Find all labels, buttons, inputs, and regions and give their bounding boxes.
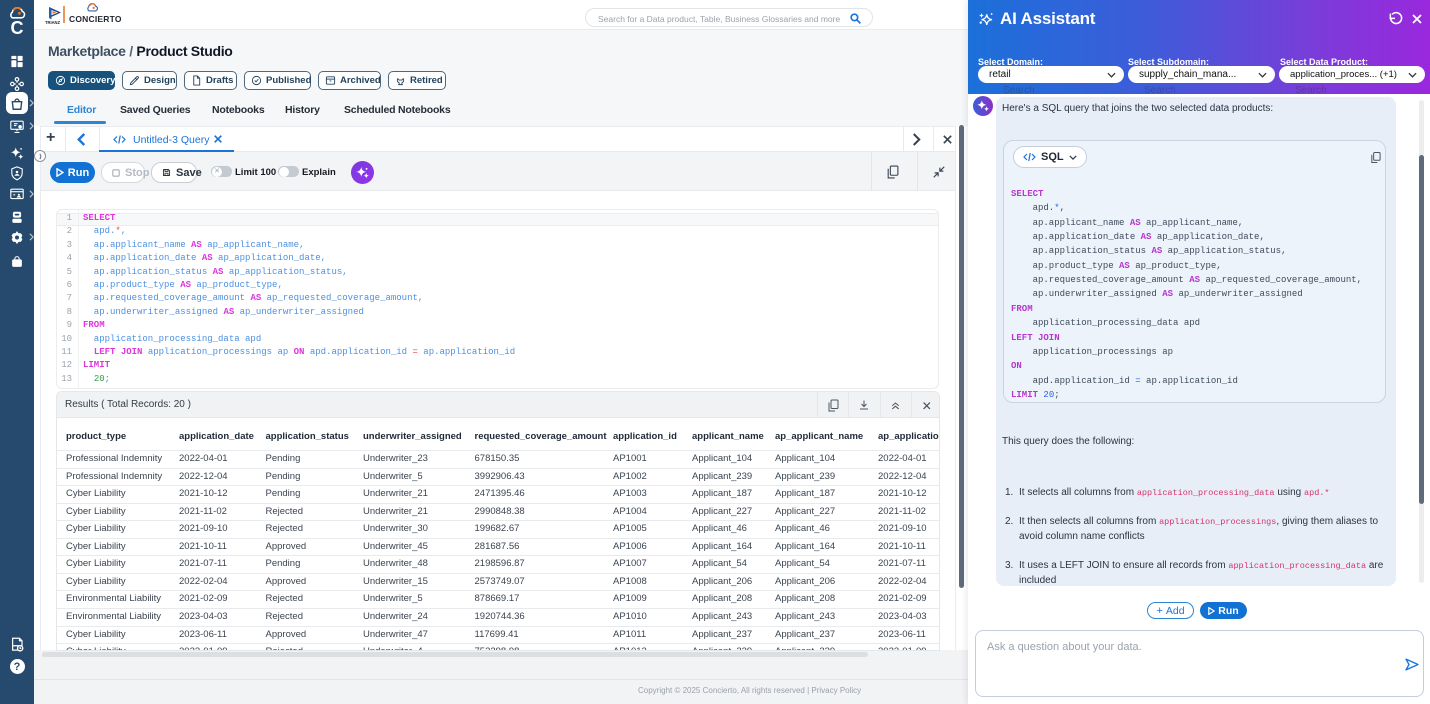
svg-text:TRIANZ: TRIANZ: [45, 20, 60, 25]
